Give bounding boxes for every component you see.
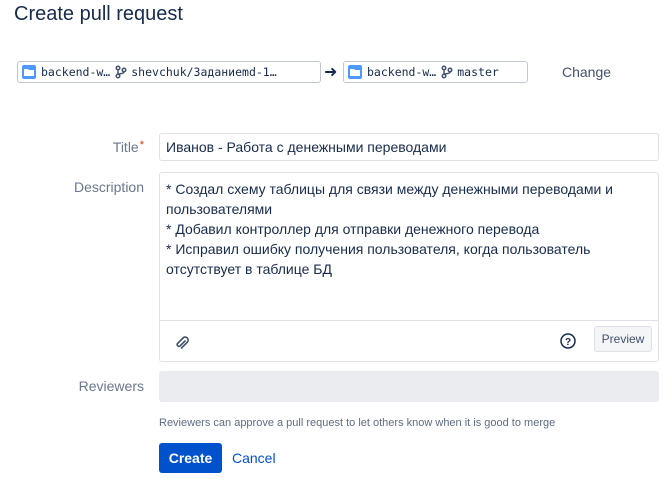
branch-icon	[114, 65, 128, 79]
page-title: Create pull request	[14, 3, 183, 25]
target-repo-name: backend-w…	[367, 65, 437, 79]
reviewers-input[interactable]	[159, 371, 659, 402]
source-branch-name: shevchuk/Заданиеmd-1…	[131, 65, 277, 79]
description-textarea[interactable]: * Создал схему таблицы для связи между д…	[166, 179, 650, 279]
repository-icon	[22, 65, 36, 79]
target-branch-name: master	[457, 65, 499, 79]
title-input[interactable]: Иванов - Работа с денежными переводами	[159, 133, 659, 161]
branch-icon	[440, 65, 454, 79]
target-branch-selector[interactable]: backend-w… master	[343, 61, 528, 83]
description-label: Description	[73, 179, 144, 195]
reviewers-hint: Reviewers can approve a pull request to …	[159, 417, 556, 429]
cancel-link[interactable]: Cancel	[232, 450, 276, 466]
reviewers-label: Reviewers	[78, 378, 144, 394]
arrow-right-icon: ➜	[324, 64, 338, 81]
repository-icon	[348, 65, 362, 79]
create-button[interactable]: Create	[159, 443, 222, 473]
title-label: Title*	[0, 139, 144, 155]
help-icon[interactable]: ?	[560, 333, 576, 349]
source-repo-name: backend-w…	[41, 65, 111, 79]
editor-toolbar-divider	[160, 320, 658, 321]
source-branch-selector[interactable]: backend-w… shevchuk/Заданиеmd-1…	[17, 61, 321, 83]
required-mark: *	[139, 139, 144, 151]
preview-button[interactable]: Preview	[594, 326, 652, 352]
title-label-text: Title	[112, 139, 139, 155]
paperclip-icon[interactable]	[175, 335, 189, 356]
svg-text:?: ?	[565, 337, 571, 348]
description-editor[interactable]: * Создал схему таблицы для связи между д…	[159, 172, 659, 362]
change-branches-link[interactable]: Change	[562, 64, 611, 80]
